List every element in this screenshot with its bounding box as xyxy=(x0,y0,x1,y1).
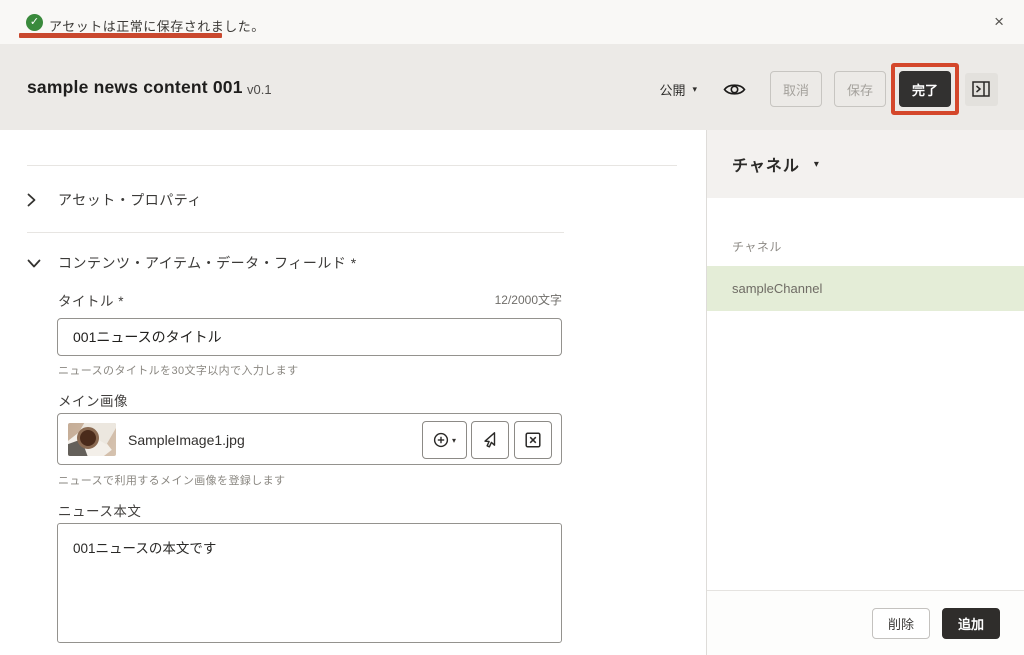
body-textarea[interactable]: 001ニュースの本文です xyxy=(57,523,562,643)
notification-bar: ✓ アセットは正常に保存されました。 × xyxy=(0,0,1024,44)
success-check-icon: ✓ xyxy=(26,14,43,31)
select-pointer-icon[interactable] xyxy=(471,421,509,459)
toggle-side-panel-icon[interactable] xyxy=(965,73,998,106)
chevron-right-icon xyxy=(27,193,41,207)
channel-row[interactable]: sampleChannel xyxy=(707,266,1024,311)
chevron-down-icon[interactable]: ▾ xyxy=(814,159,819,170)
remove-image-icon[interactable] xyxy=(514,421,552,459)
body-field-label: ニュース本文 xyxy=(58,500,141,520)
publish-label: 公開 xyxy=(659,80,685,99)
image-thumbnail xyxy=(68,423,116,456)
section-asset-properties[interactable]: アセット・プロパティ xyxy=(27,190,202,210)
image-field-label: メイン画像 xyxy=(58,390,128,410)
image-helper-text: ニュースで利用するメイン画像を登録します xyxy=(58,472,285,488)
channel-column-header: チャネル xyxy=(732,238,782,255)
add-media-icon[interactable]: ▾ xyxy=(422,421,467,459)
section-content-fields[interactable]: コンテンツ・アイテム・データ・フィールド * xyxy=(27,253,357,273)
delete-channel-button[interactable]: 削除 xyxy=(872,608,930,639)
image-filename: SampleImage1.jpg xyxy=(128,414,245,466)
channels-panel-header: チャネル ▾ xyxy=(707,130,1024,198)
title-input[interactable] xyxy=(57,318,562,356)
panel-title: チャネル xyxy=(732,152,800,176)
header-actions: 公開 ▾ 取消 保存 完了 xyxy=(659,44,998,130)
close-icon[interactable]: × xyxy=(994,12,1004,32)
channel-name: sampleChannel xyxy=(732,281,822,296)
chevron-down-icon: ▾ xyxy=(692,84,697,95)
page-title: sample news content 001 xyxy=(27,77,243,98)
annotation-box: 完了 xyxy=(891,63,959,115)
asset-header: sample news content 001 v0.1 公開 ▾ 取消 保存 … xyxy=(0,44,1024,130)
annotation-underline xyxy=(19,33,222,38)
add-channel-button[interactable]: 追加 xyxy=(942,608,1000,639)
preview-eye-icon[interactable] xyxy=(723,82,746,97)
char-counter: 12/2000文字 xyxy=(57,291,562,308)
channels-panel: チャネル ▾ チャネル sampleChannel 削除 追加 xyxy=(706,130,1024,655)
divider xyxy=(27,232,564,233)
chevron-down-icon: ▾ xyxy=(452,436,456,445)
section-label: コンテンツ・アイテム・データ・フィールド * xyxy=(58,253,357,273)
asset-editor-window: ✓ アセットは正常に保存されました。 × sample news content… xyxy=(0,0,1024,655)
cancel-button[interactable]: 取消 xyxy=(770,71,822,107)
done-button[interactable]: 完了 xyxy=(899,71,951,107)
publish-dropdown[interactable]: 公開 ▾ xyxy=(659,80,697,99)
chevron-down-icon xyxy=(27,259,41,268)
section-label: アセット・プロパティ xyxy=(58,190,202,210)
main-image-field: SampleImage1.jpg ▾ xyxy=(57,413,562,465)
title-helper-text: ニュースのタイトルを30文字以内で入力します xyxy=(58,362,298,378)
save-button[interactable]: 保存 xyxy=(834,71,886,107)
channels-panel-footer: 削除 追加 xyxy=(707,590,1024,655)
divider xyxy=(27,165,677,166)
form-content: アセット・プロパティ コンテンツ・アイテム・データ・フィールド * タイトル *… xyxy=(0,130,706,655)
version-label: v0.1 xyxy=(247,82,272,97)
